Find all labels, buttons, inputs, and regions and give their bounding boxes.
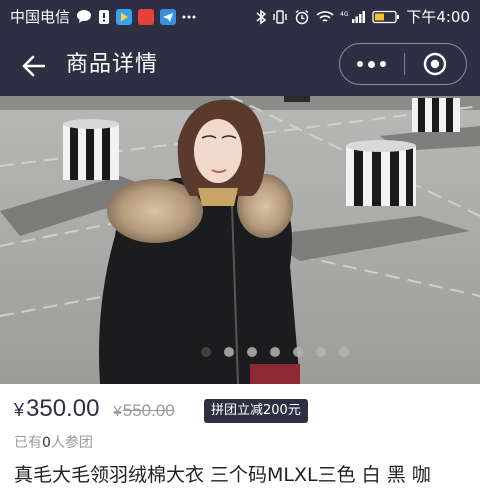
alert-icon	[98, 9, 110, 25]
target-icon	[424, 52, 447, 76]
carousel-dot[interactable]	[270, 347, 280, 357]
currency-symbol: ¥	[113, 403, 122, 420]
product-title: 真毛大毛领羽绒棉大衣 三个码MLXL三色 白 黑 咖	[14, 464, 431, 486]
joined-count: 0	[42, 435, 51, 451]
more-dots-icon	[357, 61, 364, 67]
carousel-dot[interactable]	[201, 347, 211, 357]
signal-icon: 4G	[340, 10, 366, 24]
status-left: 中国电信	[10, 6, 196, 27]
original-price-value: 550.00	[122, 401, 175, 420]
currency-symbol: ¥	[14, 400, 25, 420]
page-title: 商品详情	[66, 52, 159, 77]
more-icon	[182, 14, 196, 20]
news-icon	[138, 8, 155, 25]
back-button[interactable]	[16, 49, 50, 83]
chat-icon	[76, 9, 92, 24]
carousel-dot[interactable]	[339, 347, 349, 357]
carousel-dot[interactable]	[293, 347, 303, 357]
status-bar: 中国电信 4G 下午4:00	[0, 0, 480, 33]
product-image-carousel[interactable]	[0, 96, 480, 384]
status-time: 下午4:00	[406, 8, 470, 26]
more-dot	[368, 60, 376, 68]
bluetooth-icon	[256, 9, 267, 25]
carrier-label: 中国电信	[10, 8, 71, 26]
wifi-icon	[316, 10, 334, 24]
price-row: ¥350.00 ¥550.00	[14, 395, 175, 423]
status-right: 4G 下午4:00	[256, 6, 470, 27]
carousel-dot[interactable]	[316, 347, 326, 357]
carousel-dot[interactable]	[224, 347, 234, 357]
mini-program-capsule	[339, 43, 467, 85]
group-price: ¥350.00	[14, 395, 99, 423]
send-icon	[160, 8, 177, 25]
svg-text:4G: 4G	[340, 11, 349, 18]
price-value: 350.00	[26, 395, 100, 422]
back-arrow-icon	[22, 55, 45, 77]
battery-icon	[372, 10, 400, 24]
original-price: ¥550.00	[113, 401, 174, 421]
joined-prefix: 已有	[14, 435, 42, 451]
joined-suffix: 人参团	[50, 435, 93, 451]
navigation-header: 商品详情	[0, 33, 480, 96]
column	[63, 119, 119, 180]
carousel-indicators	[0, 347, 480, 357]
carousel-dot[interactable]	[247, 347, 257, 357]
more-dot	[380, 61, 387, 67]
close-mini-program-button[interactable]	[404, 43, 466, 85]
group-join-count: 已有0人参团	[14, 432, 93, 452]
vibrate-icon	[272, 9, 288, 25]
group-discount-badge: 拼团立减200元	[204, 399, 308, 423]
play-icon	[116, 8, 133, 25]
more-menu-button[interactable]	[340, 43, 404, 85]
alarm-icon	[294, 9, 310, 25]
product-photo	[0, 96, 480, 384]
